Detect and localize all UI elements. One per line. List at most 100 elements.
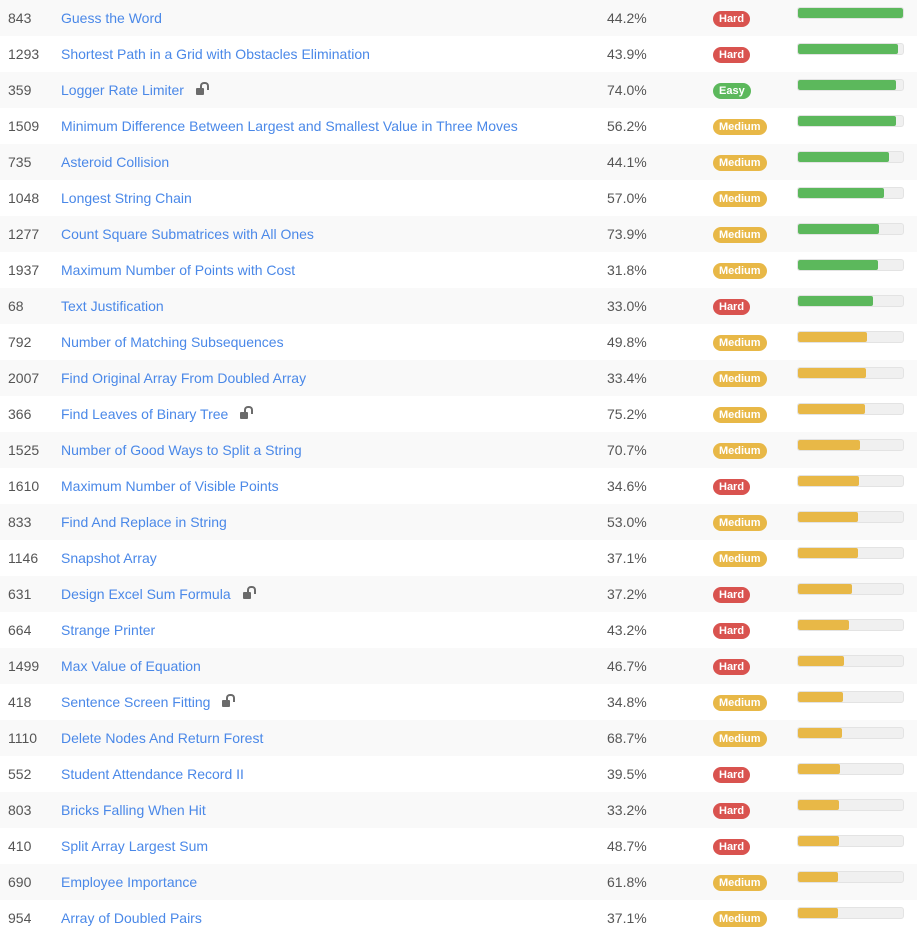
table-row[interactable]: 1499 Max Value of Equation 46.7% Hard xyxy=(0,648,917,684)
table-row[interactable]: 1937 Maximum Number of Points with Cost 31… xyxy=(0,252,917,288)
problem-title-link[interactable]: Snapshot Array xyxy=(61,550,157,566)
table-row[interactable]: 843 Guess the Word 44.2% Hard xyxy=(0,0,917,36)
difficulty-badge: Hard xyxy=(713,587,751,604)
frequency-bar xyxy=(797,367,904,379)
difficulty-cell: Medium xyxy=(713,864,767,900)
table-row[interactable]: 1610 Maximum Number of Visible Points 34.6… xyxy=(0,468,917,504)
table-row[interactable]: 631 Design Excel Sum Formula 37.2% Hard xyxy=(0,576,917,612)
problem-title-link[interactable]: Split Array Largest Sum xyxy=(61,838,208,854)
difficulty-badge: Medium xyxy=(713,263,767,280)
problem-title-cell: Maximum Number of Points with Cost xyxy=(61,252,295,288)
problem-id: 410 xyxy=(8,838,32,854)
table-row[interactable]: 1146 Snapshot Array 37.1% Medium xyxy=(0,540,917,576)
frequency-bar-fill xyxy=(798,620,849,630)
problem-title-cell: Snapshot Array xyxy=(61,540,157,576)
table-row[interactable]: 410 Split Array Largest Sum 48.7% Hard xyxy=(0,828,917,864)
difficulty-badge: Hard xyxy=(713,803,751,820)
table-row[interactable]: 366 Find Leaves of Binary Tree 75.2% Medium xyxy=(0,396,917,432)
problem-title-link[interactable]: Sentence Screen Fitting xyxy=(61,694,210,710)
frequency-bar xyxy=(797,799,904,811)
problem-title-link[interactable]: Array of Doubled Pairs xyxy=(61,910,202,926)
table-row[interactable]: 664 Strange Printer 43.2% Hard xyxy=(0,612,917,648)
table-row[interactable]: 2007 Find Original Array From Doubled Arr… xyxy=(0,360,917,396)
table-row[interactable]: 1525 Number of Good Ways to Split a Strin… xyxy=(0,432,917,468)
table-row[interactable]: 954 Array of Doubled Pairs 37.1% Medium xyxy=(0,900,917,936)
frequency-bar-fill xyxy=(798,368,866,378)
table-row[interactable]: 418 Sentence Screen Fitting 34.8% Medium xyxy=(0,684,917,720)
problem-id: 1509 xyxy=(8,118,40,134)
problem-title-link[interactable]: Minimum Difference Between Largest and S… xyxy=(61,118,518,134)
frequency-bar xyxy=(797,835,904,847)
acceptance-rate: 57.0% xyxy=(607,190,647,206)
problem-title-link[interactable]: Delete Nodes And Return Forest xyxy=(61,730,263,746)
problem-title-link[interactable]: Logger Rate Limiter xyxy=(61,82,184,98)
table-row[interactable]: 735 Asteroid Collision 44.1% Medium xyxy=(0,144,917,180)
frequency-bar xyxy=(797,547,904,559)
frequency-bar-fill xyxy=(798,404,865,414)
acceptance-rate: 37.1% xyxy=(607,550,647,566)
table-row[interactable]: 1509 Minimum Difference Between Largest a… xyxy=(0,108,917,144)
problem-title-link[interactable]: Maximum Number of Points with Cost xyxy=(61,262,295,278)
problem-title-link[interactable]: Find Original Array From Doubled Array xyxy=(61,370,306,386)
table-row[interactable]: 803 Bricks Falling When Hit 33.2% Hard xyxy=(0,792,917,828)
acceptance-rate: 33.2% xyxy=(607,802,647,818)
problem-title-link[interactable]: Max Value of Equation xyxy=(61,658,201,674)
problem-id: 843 xyxy=(8,10,32,26)
difficulty-cell: Hard xyxy=(713,576,751,612)
problem-title-link[interactable]: Longest String Chain xyxy=(61,190,192,206)
problem-title-cell: Split Array Largest Sum xyxy=(61,828,208,864)
frequency-bar-fill xyxy=(798,836,839,846)
problem-title-link[interactable]: Find And Replace in String xyxy=(61,514,227,530)
table-row[interactable]: 1277 Count Square Submatrices with All On… xyxy=(0,216,917,252)
problem-title-link[interactable]: Student Attendance Record II xyxy=(61,766,244,782)
table-row[interactable]: 1048 Longest String Chain 57.0% Medium xyxy=(0,180,917,216)
difficulty-cell: Hard xyxy=(713,792,751,828)
acceptance-rate: 33.4% xyxy=(607,370,647,386)
table-row[interactable]: 690 Employee Importance 61.8% Medium xyxy=(0,864,917,900)
problem-title-link[interactable]: Number of Good Ways to Split a String xyxy=(61,442,302,458)
problem-id: 664 xyxy=(8,622,32,638)
frequency-bar-fill xyxy=(798,296,873,306)
table-row[interactable]: 1110 Delete Nodes And Return Forest 68.7% M… xyxy=(0,720,917,756)
unlock-icon xyxy=(240,406,254,420)
table-row[interactable]: 359 Logger Rate Limiter 74.0% Easy xyxy=(0,72,917,108)
acceptance-rate: 48.7% xyxy=(607,838,647,854)
problem-title-link[interactable]: Strange Printer xyxy=(61,622,155,638)
problem-title-cell: Number of Matching Subsequences xyxy=(61,324,284,360)
problem-title-link[interactable]: Number of Matching Subsequences xyxy=(61,334,284,350)
problem-title-link[interactable]: Design Excel Sum Formula xyxy=(61,586,231,602)
problem-title-link[interactable]: Maximum Number of Visible Points xyxy=(61,478,279,494)
frequency-bar-fill xyxy=(798,260,878,270)
problem-title-link[interactable]: Shortest Path in a Grid with Obstacles E… xyxy=(61,46,370,62)
problem-title-link[interactable]: Count Square Submatrices with All Ones xyxy=(61,226,314,242)
acceptance-rate: 37.1% xyxy=(607,910,647,926)
problem-id: 68 xyxy=(8,298,24,314)
acceptance-rate: 56.2% xyxy=(607,118,647,134)
frequency-bar xyxy=(797,223,904,235)
problem-title-link[interactable]: Find Leaves of Binary Tree xyxy=(61,406,228,422)
problem-title-link[interactable]: Text Justification xyxy=(61,298,164,314)
problem-title-link[interactable]: Bricks Falling When Hit xyxy=(61,802,206,818)
problem-title-link[interactable]: Asteroid Collision xyxy=(61,154,169,170)
problem-title-cell: Logger Rate Limiter xyxy=(61,72,209,108)
difficulty-badge: Medium xyxy=(713,227,767,244)
frequency-bar xyxy=(797,655,904,667)
table-row[interactable]: 792 Number of Matching Subsequences 49.8% M… xyxy=(0,324,917,360)
difficulty-badge: Hard xyxy=(713,767,751,784)
acceptance-rate: 34.8% xyxy=(607,694,647,710)
difficulty-badge: Medium xyxy=(713,119,767,136)
table-row[interactable]: 68 Text Justification 33.0% Hard xyxy=(0,288,917,324)
difficulty-badge: Medium xyxy=(713,407,767,424)
difficulty-badge: Hard xyxy=(713,11,751,28)
difficulty-badge: Medium xyxy=(713,551,767,568)
acceptance-rate: 46.7% xyxy=(607,658,647,674)
difficulty-cell: Medium xyxy=(713,504,767,540)
frequency-bar xyxy=(797,583,904,595)
table-row[interactable]: 1293 Shortest Path in a Grid with Obstacl… xyxy=(0,36,917,72)
problem-title-link[interactable]: Employee Importance xyxy=(61,874,197,890)
difficulty-badge: Medium xyxy=(713,155,767,172)
table-row[interactable]: 833 Find And Replace in String 53.0% Medium xyxy=(0,504,917,540)
table-row[interactable]: 552 Student Attendance Record II 39.5% Hard xyxy=(0,756,917,792)
problem-title-link[interactable]: Guess the Word xyxy=(61,10,162,26)
problem-title-cell: Asteroid Collision xyxy=(61,144,169,180)
